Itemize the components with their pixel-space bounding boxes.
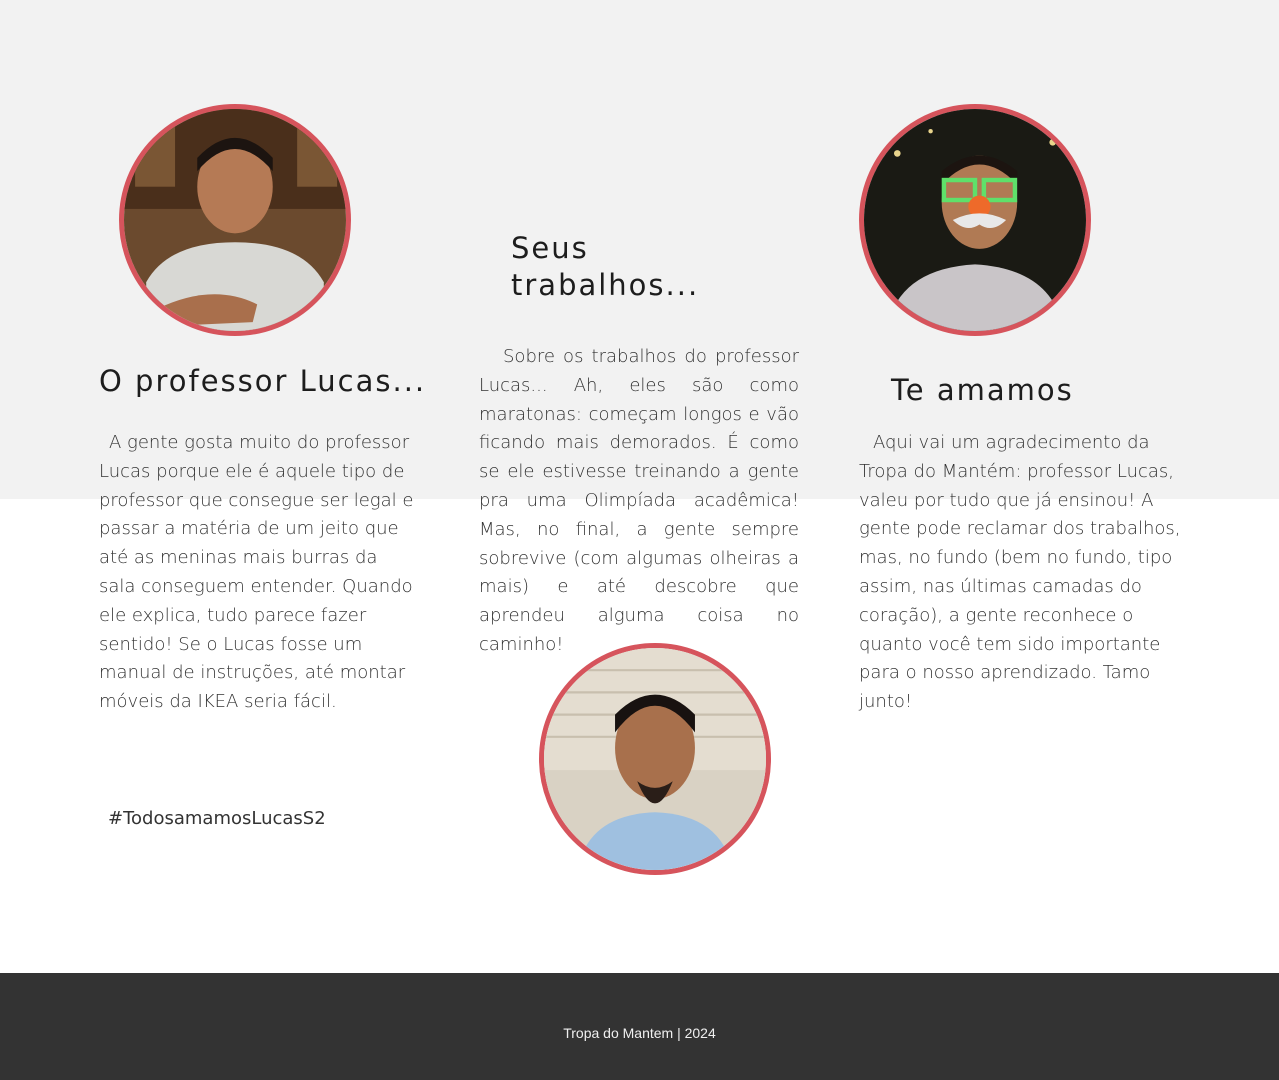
love-heading: Te amamos (891, 373, 1074, 407)
hashtag: #TodosamamosLucasS2 (108, 808, 326, 829)
love-description: Aqui vai um agradecimento da Tropa do Ma… (859, 432, 1181, 713)
professor-photo-1 (119, 104, 351, 336)
footer: Tropa do Mantem | 2024 (0, 973, 1279, 1080)
professor-heading: O professor Lucas... (99, 364, 427, 398)
footer-text: Tropa do Mantem | 2024 (563, 1025, 716, 1041)
works-heading: Seus trabalhos... (511, 231, 700, 302)
professor-photo-2 (539, 643, 771, 875)
professor-description: A gente gosta muito do professor Lucas p… (99, 432, 414, 713)
works-description: Sobre os trabalhos do professor Lucas...… (479, 346, 799, 655)
professor-photo-3 (859, 104, 1091, 336)
